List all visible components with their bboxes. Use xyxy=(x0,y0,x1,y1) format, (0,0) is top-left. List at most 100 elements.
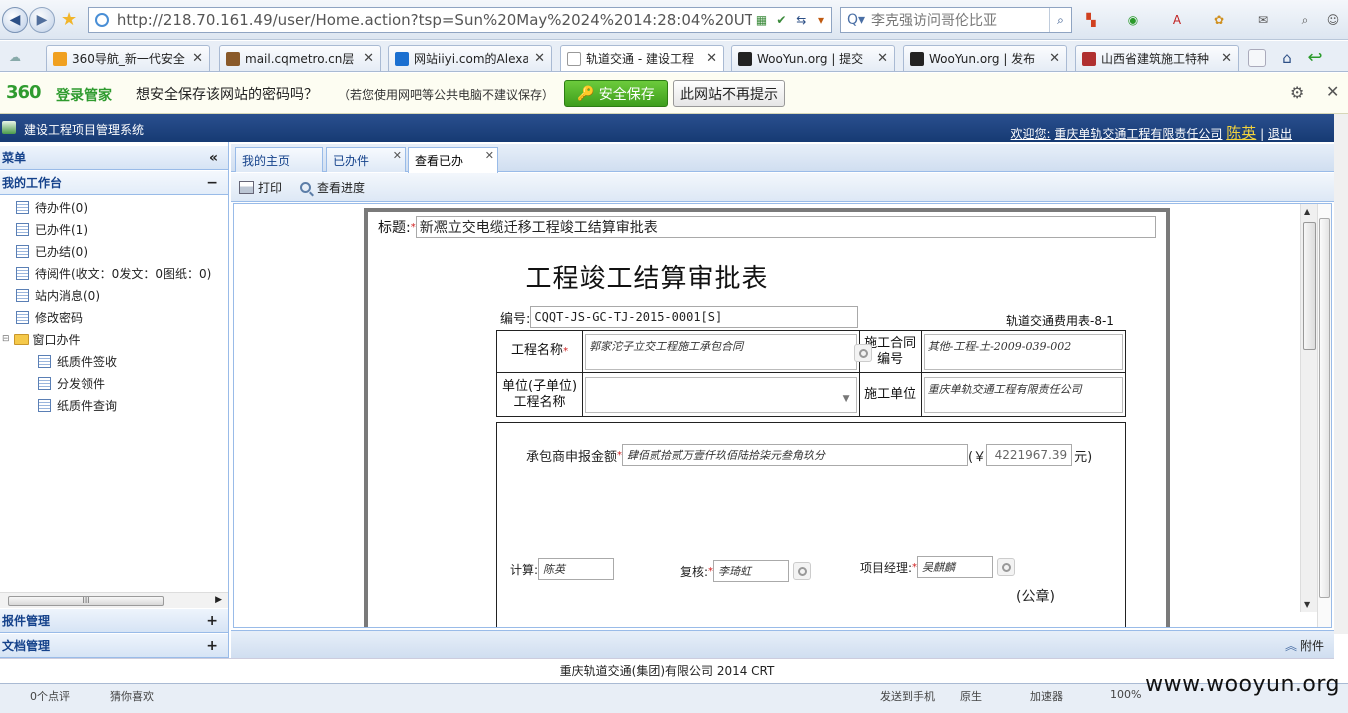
search-engine-icon[interactable]: Q▾ xyxy=(847,12,865,28)
sidebar-item-messages[interactable]: 站内消息(0) xyxy=(16,284,100,306)
content-scrollbar[interactable] xyxy=(1317,204,1331,627)
qr-icon[interactable]: ▦ xyxy=(752,13,772,27)
scroll-thumb[interactable]: III xyxy=(8,596,164,606)
status-accelerator[interactable]: 加速器 xyxy=(1030,688,1063,704)
browser-tab-alexa[interactable]: 网站iiyi.com的Alexa ✕ xyxy=(388,45,552,71)
compat-icon[interactable]: ⇆ xyxy=(791,13,811,27)
close-tab-icon[interactable]: ✕ xyxy=(877,51,888,66)
search-field[interactable]: Q▾ 李克强访问哥伦比亚 ⌕ xyxy=(840,7,1072,33)
never-prompt-button[interactable]: 此网站不再提示 xyxy=(673,80,785,107)
safe-save-button[interactable]: 🔑 安全保存 xyxy=(564,80,668,107)
expand-icon[interactable]: + xyxy=(206,638,218,654)
tab-home[interactable]: 我的主页 xyxy=(235,147,323,172)
dropdown-icon[interactable]: ▾ xyxy=(811,13,831,27)
sidebar-item-paper-query[interactable]: 纸质件查询 xyxy=(38,394,117,416)
address-field[interactable]: http://218.70.161.49/user/Home.action?ts… xyxy=(88,7,832,33)
sidebar-item-to-read[interactable]: 待阅件(收文：0发文：0图纸：0) xyxy=(16,262,211,284)
user-avatar-icon[interactable]: ☺ xyxy=(1324,11,1342,29)
new-tab-button[interactable] xyxy=(1248,49,1266,67)
expand-icon[interactable]: + xyxy=(206,613,218,629)
close-tab-icon[interactable]: ✕ xyxy=(534,51,545,66)
collapse-workbench-icon[interactable]: − xyxy=(206,175,218,191)
project-lookup-button[interactable] xyxy=(854,344,872,362)
browser-tab-wooyun-publish[interactable]: WooYun.org | 发布 ✕ xyxy=(903,45,1067,71)
collapse-sidebar-button[interactable]: « xyxy=(209,150,218,166)
project-name-input[interactable]: 郭家沱子立交工程施工承包合同 xyxy=(585,333,857,370)
contract-no-input[interactable]: 其他-工程-土-2009-039-002 xyxy=(923,333,1123,370)
shield-icon[interactable]: ◉ xyxy=(1124,11,1142,29)
search-placeholder[interactable]: 李克强访问哥伦比亚 xyxy=(871,10,1041,30)
scroll-thumb[interactable] xyxy=(1319,218,1330,598)
url-text[interactable]: http://218.70.161.49/user/Home.action?ts… xyxy=(117,11,752,29)
status-zoom[interactable]: 100% xyxy=(1110,688,1141,701)
home-icon[interactable]: ⌂ xyxy=(1278,49,1296,67)
amount-number-input[interactable]: 4221967.39 xyxy=(986,444,1073,466)
workbench-header[interactable]: 我的工作台 − xyxy=(0,171,228,195)
status-send-phone[interactable]: 发送到手机 xyxy=(880,688,935,704)
builder-input[interactable]: 重庆单轨交通工程有限责任公司 xyxy=(923,376,1123,413)
page-scrollbar[interactable] xyxy=(1334,114,1348,634)
documents-header[interactable]: 文档管理 + xyxy=(0,634,228,658)
favorite-star-icon[interactable]: ★ xyxy=(61,9,77,30)
browser-tab-360[interactable]: 360导航_新一代安全 ✕ xyxy=(46,45,210,71)
browser-tab-mail[interactable]: mail.cqmetro.cn层 ✕ xyxy=(219,45,381,71)
chevron-down-icon[interactable]: ▼ xyxy=(843,394,850,404)
browser-tab-active[interactable]: 轨道交通 - 建设工程 ✕ xyxy=(560,45,724,71)
extension-icon[interactable]: ✿ xyxy=(1210,11,1228,29)
close-tab-icon[interactable]: ✕ xyxy=(192,51,203,66)
review-input[interactable]: 李琦虹 xyxy=(713,560,790,582)
pm-input[interactable]: 吴麒麟 xyxy=(917,556,994,578)
gear-icon[interactable]: ⚙ xyxy=(1290,83,1304,102)
amount-in-words-input[interactable]: 肆佰贰拾贰万壹仟玖佰陆拾柒元叁角玖分 xyxy=(622,444,969,466)
back-button[interactable]: ◀ xyxy=(2,7,28,33)
logout-link[interactable]: 退出 xyxy=(1268,127,1292,141)
status-comments[interactable]: 0个点评 xyxy=(30,688,70,704)
print-button[interactable]: 打印 xyxy=(239,179,282,196)
sidebar-horizontal-scrollbar[interactable]: III ▶ xyxy=(0,592,228,608)
safe-icon[interactable]: ✔ xyxy=(771,13,791,27)
title-input[interactable]: 新凞立交电缆迁移工程竣工结算审批表 xyxy=(415,216,1156,238)
status-native[interactable]: 原生 xyxy=(960,688,982,704)
close-tab-icon[interactable]: ✕ xyxy=(485,149,494,162)
sidebar-folder-window[interactable]: ⊟ 窗口办件 xyxy=(2,328,81,350)
search-button[interactable]: ⌕ xyxy=(1049,8,1071,32)
close-tab-icon[interactable]: ✕ xyxy=(1221,51,1232,66)
view-progress-button[interactable]: 查看进度 xyxy=(300,179,365,196)
browser-tab-wooyun-submit[interactable]: WooYun.org | 提交 ✕ xyxy=(731,45,895,71)
reports-header[interactable]: 报件管理 + xyxy=(0,609,228,633)
status-recommend[interactable]: 猜你喜欢 xyxy=(110,688,154,704)
undo-close-icon[interactable]: ↩ xyxy=(1306,47,1324,68)
review-lookup-button[interactable] xyxy=(793,562,812,580)
scroll-thumb[interactable] xyxy=(1303,222,1316,350)
find-icon[interactable]: ⌕ xyxy=(1296,11,1314,29)
close-tab-icon[interactable]: ✕ xyxy=(706,51,717,66)
calc-input[interactable]: 陈英 xyxy=(538,558,615,580)
sidebar-item-distribute[interactable]: 分发领件 xyxy=(38,372,105,394)
sidebar-item-done[interactable]: 已办件(1) xyxy=(16,218,88,240)
apps-icon[interactable]: ▚ xyxy=(1082,11,1100,29)
translate-icon[interactable]: A xyxy=(1168,11,1186,29)
sidebar-item-change-password[interactable]: 修改密码 xyxy=(16,306,83,328)
form-scrollbar[interactable]: ▲ ▼ xyxy=(1300,204,1317,612)
sidebar-item-todo[interactable]: 待办件(0) xyxy=(16,196,88,218)
scroll-up-icon[interactable]: ▲ xyxy=(1304,207,1310,216)
pm-lookup-button[interactable] xyxy=(997,558,1016,576)
scroll-right-icon[interactable]: ▶ xyxy=(215,595,222,605)
cloud-icon[interactable]: ☁ xyxy=(6,48,24,66)
attachment-button[interactable]: ︽ 附件 xyxy=(1285,637,1324,654)
close-tab-icon[interactable]: ✕ xyxy=(363,51,374,66)
sidebar-item-paper-receive[interactable]: 纸质件签收 xyxy=(38,350,117,372)
forward-button[interactable]: ▶ xyxy=(29,7,55,33)
close-tab-icon[interactable]: ✕ xyxy=(393,149,402,162)
browser-tab-shanxi[interactable]: 山西省建筑施工特种 ✕ xyxy=(1075,45,1239,71)
scroll-down-icon[interactable]: ▼ xyxy=(1304,600,1310,609)
tree-toggle-icon[interactable]: ⊟ xyxy=(2,334,10,344)
tab-view-done[interactable]: 查看已办 ✕ xyxy=(408,147,498,173)
sidebar-item-closed[interactable]: 已办结(0) xyxy=(16,240,88,262)
mail-tool-icon[interactable]: ✉ xyxy=(1254,11,1272,29)
tab-done[interactable]: 已办件 ✕ xyxy=(326,147,406,172)
close-tab-icon[interactable]: ✕ xyxy=(1049,51,1060,66)
close-icon[interactable]: ✕ xyxy=(1326,82,1339,101)
docno-input[interactable]: CQQT-JS-GC-TJ-2015-0001[S] xyxy=(530,306,859,328)
unit-name-select[interactable]: ▼ xyxy=(585,376,857,413)
